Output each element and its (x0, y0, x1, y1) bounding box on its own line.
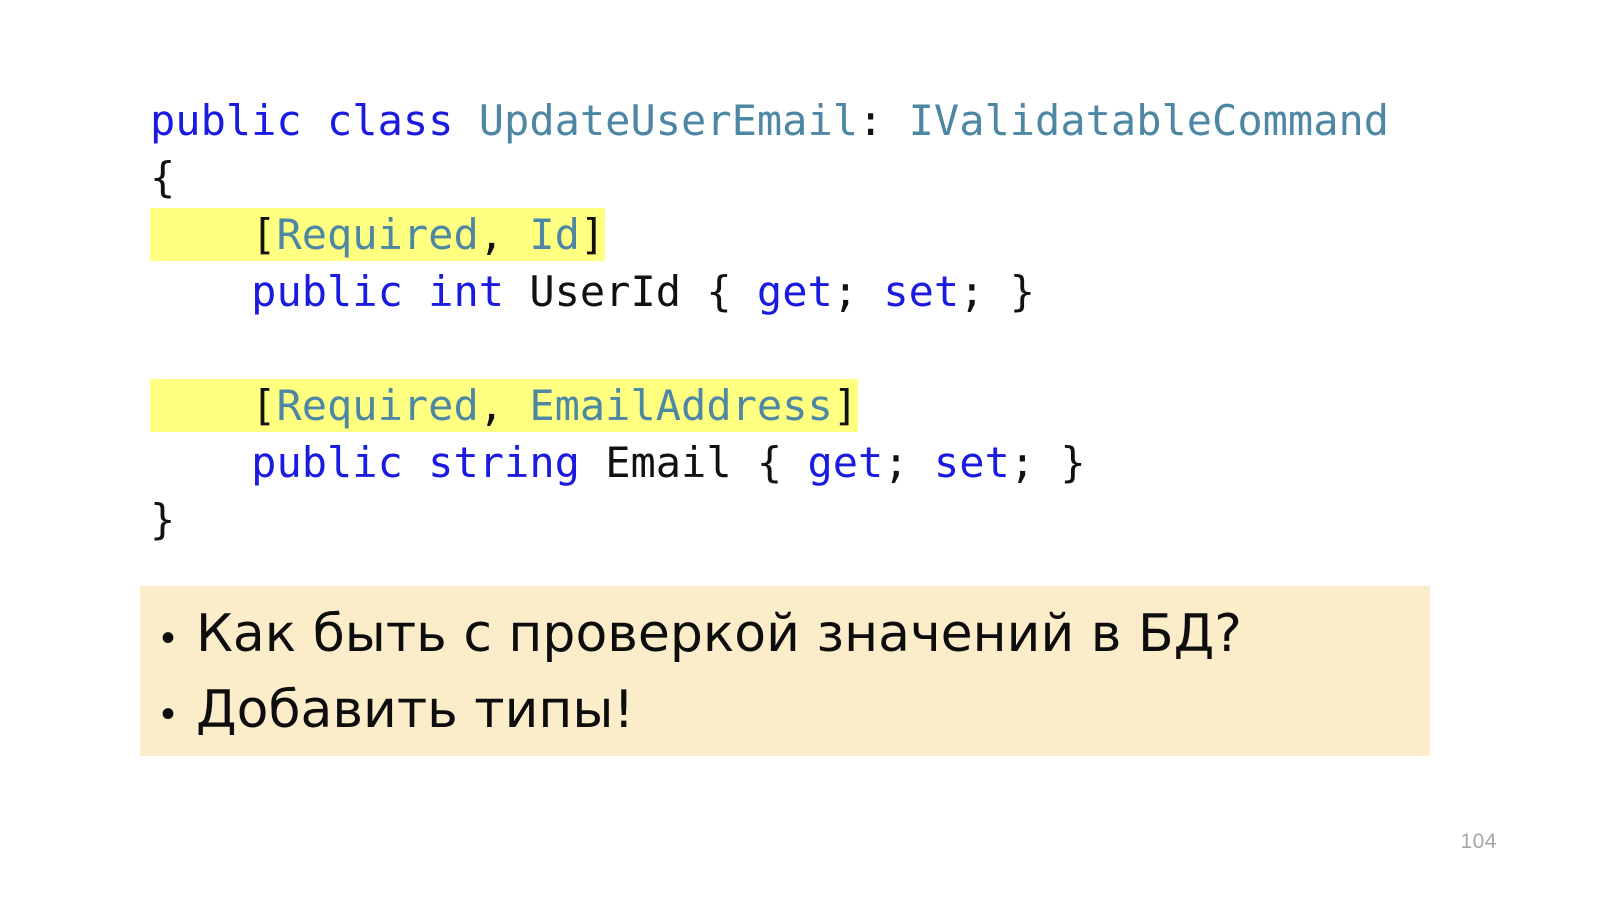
code-token-pun (453, 96, 478, 145)
code-token-pun (504, 267, 529, 316)
code-token-pun: { (681, 267, 757, 316)
code-token-kw: public (251, 267, 403, 316)
bullet-dot-icon: • (160, 692, 175, 736)
code-indent (150, 379, 252, 432)
code-token-pun: ; (832, 267, 884, 316)
code-token-kw: int (428, 267, 505, 316)
line-blank (150, 320, 1450, 377)
callout-bullet-row: • Как быть с проверкой значений в БД? (140, 600, 1430, 676)
code-token-pun: } (150, 495, 176, 544)
code-token-kw: class (327, 96, 454, 145)
callout-box: • Как быть с проверкой значений в БД? • Доб… (140, 586, 1430, 756)
code-token-kw: set (883, 267, 960, 316)
code-token-pun: , (478, 381, 530, 430)
line-open-brace: { (150, 149, 1450, 206)
code-token-type: Required (276, 210, 479, 259)
line-property-userid: public int UserId { get; set; } (150, 263, 1450, 320)
code-token-id: Email (605, 438, 732, 487)
code-token-pun: ; } (1009, 438, 1086, 487)
code-token-pun (302, 96, 327, 145)
code-token-pun: [ (251, 381, 277, 430)
code-token-pun (580, 438, 605, 487)
code-block: public class UpdateUserEmail: IValidatab… (150, 92, 1450, 548)
code-token-kw: public (251, 438, 403, 487)
code-token-type: Id (529, 210, 580, 259)
code-token-pun (403, 438, 428, 487)
code-token-pun: : (858, 96, 909, 145)
code-token-type: Required (276, 381, 479, 430)
callout-bullet-row: • Добавить типы! (140, 676, 1430, 752)
code-token-pun: ; (883, 438, 934, 487)
bullet-dot-icon: • (160, 616, 175, 660)
code-token-kw: get (807, 438, 884, 487)
code-token-pun: { (150, 153, 176, 202)
code-token-pun: ] (579, 210, 606, 259)
line-attributes-email: [Required, EmailAddress] (150, 377, 1450, 434)
code-token-pun (403, 267, 428, 316)
code-token-type: EmailAddress (529, 381, 833, 430)
code-highlight: [Required, EmailAddress] (251, 379, 859, 432)
line-attributes-userid: [Required, Id] (150, 206, 1450, 263)
code-token-type: UpdateUserEmail (478, 96, 859, 145)
code-token-type: IValidatableCommand (908, 96, 1390, 145)
code-token-id: UserId (529, 267, 682, 316)
code-token-pun: , (478, 210, 530, 259)
line-property-email: public string Email { get; set; } (150, 434, 1450, 491)
code-highlight: [Required, Id] (251, 208, 606, 261)
line-class-declaration: public class UpdateUserEmail: IValidatab… (150, 92, 1450, 149)
code-token-pun: { (731, 438, 808, 487)
code-token-pun: [ (251, 210, 277, 259)
code-token-kw: public (150, 96, 302, 145)
line-close-brace: } (150, 491, 1450, 548)
callout-item-2: Добавить типы! (196, 680, 635, 740)
code-token-kw: get (756, 267, 833, 316)
page-number: 104 (1460, 830, 1497, 853)
code-token-pun: ] (832, 381, 859, 430)
code-token-kw: string (428, 438, 580, 487)
callout-item-1: Как быть с проверкой значений в БД? (196, 604, 1242, 664)
code-token-kw: set (933, 438, 1010, 487)
code-indent (150, 208, 252, 261)
code-token-pun: ; } (959, 267, 1036, 316)
